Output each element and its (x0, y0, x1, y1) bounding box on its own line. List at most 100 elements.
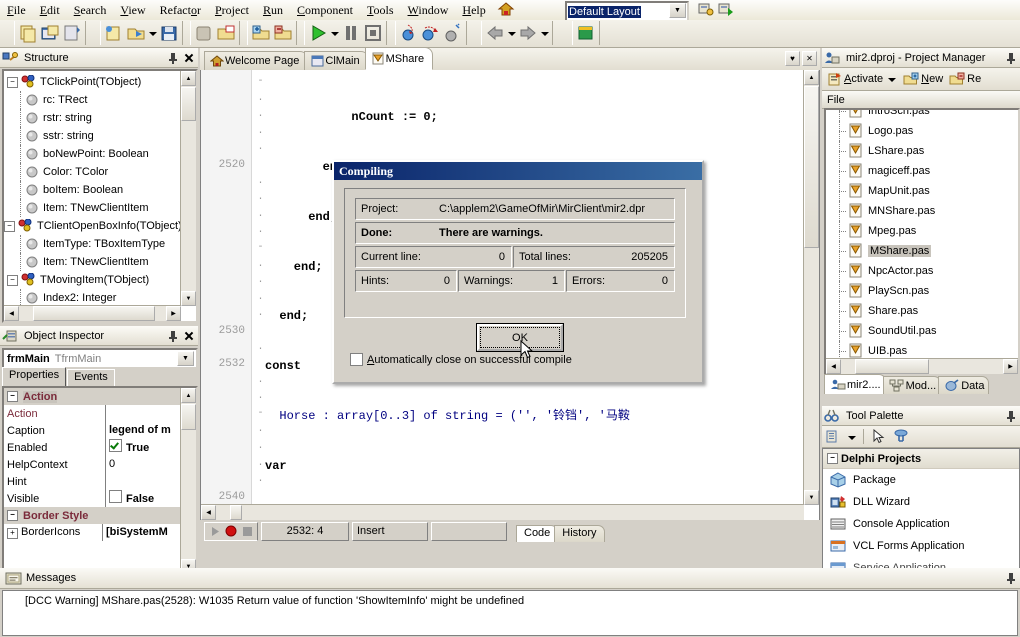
property-value[interactable] (105, 473, 180, 490)
scroll-thumb[interactable] (33, 306, 155, 321)
property-row[interactable]: Enabled True (4, 439, 180, 456)
program-reset-icon[interactable] (362, 22, 384, 44)
scroll-thumb[interactable] (181, 404, 196, 430)
palette-item-package[interactable]: Package (823, 469, 1019, 491)
palette-category-delphi-projects[interactable]: − Delphi Projects (823, 449, 1019, 469)
property-value[interactable] (105, 405, 180, 422)
open-project-icon[interactable] (215, 22, 237, 44)
tab-data[interactable]: Data (938, 376, 990, 394)
expander-icon[interactable]: − (7, 391, 18, 402)
scroll-thumb[interactable] (804, 86, 819, 248)
fold-mark[interactable]: . (256, 176, 265, 193)
help-icon[interactable] (575, 22, 597, 44)
fold-mark[interactable]: . (256, 391, 265, 408)
object-selector-combo[interactable]: frmMain TfrmMain ▼ (2, 348, 198, 369)
palette-options-icon[interactable] (822, 429, 844, 444)
tab-properties[interactable]: Properties (2, 367, 67, 386)
tree-node[interactable]: Item: TNewClientItem (4, 253, 180, 271)
scroll-down-button[interactable]: ▼ (181, 291, 196, 306)
menu-item-window[interactable]: Window (401, 1, 456, 20)
fold-mark[interactable]: . (256, 292, 265, 309)
tree-node[interactable]: boNewPoint: Boolean (4, 145, 180, 163)
palette-item-console-application[interactable]: Console Application (823, 513, 1019, 535)
property-row[interactable]: HelpContext 0 (4, 456, 180, 473)
trace-into-icon[interactable] (398, 22, 420, 44)
fold-mark[interactable]: . (256, 259, 265, 276)
expander-icon[interactable]: − (4, 220, 15, 232)
fold-mark[interactable]: . (256, 109, 265, 126)
editor-tab-clmain[interactable]: ClMain (304, 51, 369, 70)
forward-icon[interactable] (517, 22, 539, 44)
property-grid-vscrollbar[interactable]: ▲ ▼ (180, 388, 196, 574)
auto-close-checkbox-row[interactable]: Automatically close on successful compil… (350, 353, 572, 366)
step-over-icon[interactable] (420, 22, 442, 44)
auto-close-checkbox[interactable] (350, 353, 363, 366)
fold-mark[interactable]: . (256, 192, 265, 209)
scroll-down-button[interactable]: ▼ (804, 490, 819, 505)
menu-item-refactor[interactable]: Refactor (153, 1, 208, 20)
property-category[interactable]: − Border Style (4, 507, 180, 524)
layout-combo[interactable]: Default Layout ▼ (565, 1, 689, 22)
scroll-thumb[interactable] (181, 87, 196, 121)
checkbox-icon[interactable] (109, 439, 122, 452)
expander-icon[interactable]: − (7, 510, 18, 521)
expander-icon[interactable]: − (7, 76, 18, 88)
property-row[interactable]: + BorderIcons [biSystemM (4, 524, 180, 541)
expander-icon[interactable]: + (7, 528, 18, 539)
project-file-row[interactable]: MapUnit.pas (826, 181, 1018, 201)
scroll-right-button[interactable]: ▶ (1003, 359, 1018, 374)
structure-vscrollbar[interactable]: ▲ ▼ (180, 71, 196, 306)
pointer-icon[interactable] (867, 429, 889, 444)
new-button[interactable]: New (899, 69, 945, 89)
fold-mark[interactable]: . (256, 93, 265, 110)
save-layout-icon[interactable] (698, 2, 714, 17)
menu-item-project[interactable]: Project (208, 1, 256, 20)
property-row[interactable]: Caption legend of m (4, 422, 180, 439)
project-file-row[interactable]: NpcActor.pas (826, 261, 1018, 281)
pin-icon[interactable] (166, 329, 180, 343)
project-file-row[interactable]: SoundUtil.pas (826, 321, 1018, 341)
new-form-icon[interactable] (17, 22, 39, 44)
fold-mark[interactable]: . (256, 142, 265, 159)
editor-vscrollbar[interactable]: ▲ ▼ (803, 70, 819, 505)
structure-hscrollbar[interactable]: ◀ ▶ (4, 305, 181, 321)
message-line[interactable]: [DCC Warning] MShare.pas(2528): W1035 Re… (3, 591, 1017, 607)
tree-node[interactable]: Item: TNewClientItem (4, 199, 180, 217)
fold-mark[interactable]: . (256, 275, 265, 292)
fold-mark[interactable]: . (256, 209, 265, 226)
tree-node[interactable]: − TMovingItem(TObject) (4, 271, 180, 289)
fold-mark[interactable]: . (256, 308, 265, 325)
property-value[interactable]: True (105, 439, 180, 456)
back-dropdown-icon[interactable] (506, 22, 517, 44)
scroll-left-button[interactable]: ◀ (201, 505, 216, 520)
view-tab-code[interactable]: Code (516, 524, 559, 542)
tree-node[interactable]: − TClickPoint(TObject) (4, 73, 180, 91)
chevron-down-icon[interactable]: ▼ (669, 3, 686, 18)
project-file-row[interactable]: Mpeg.pas (826, 221, 1018, 241)
scroll-up-button[interactable]: ▲ (804, 70, 819, 85)
pin-icon[interactable] (1004, 571, 1018, 585)
expander-icon[interactable]: − (827, 453, 838, 464)
menu-item-run[interactable]: Run (256, 1, 290, 20)
fold-mark[interactable] (256, 358, 265, 375)
menu-item-file[interactable]: File (0, 1, 33, 20)
add-to-project-icon[interactable] (250, 22, 272, 44)
tab-project[interactable]: mir2.... (824, 374, 886, 394)
filter-icon[interactable] (889, 429, 913, 444)
property-value[interactable]: [biSystemM (102, 524, 180, 541)
scroll-thumb[interactable] (230, 505, 242, 520)
property-value[interactable]: legend of m (105, 422, 180, 439)
project-file-row[interactable]: IntroScn.pas (826, 110, 1018, 121)
scroll-up-button[interactable]: ▲ (181, 388, 196, 403)
project-file-row[interactable]: PlayScn.pas (826, 281, 1018, 301)
activate-button[interactable]: Activate (822, 69, 885, 89)
fold-mark[interactable]: - (256, 408, 265, 425)
tree-node[interactable]: rc: TRect (4, 91, 180, 109)
toggle-form-unit-icon[interactable] (61, 22, 83, 44)
project-file-row[interactable]: MNShare.pas (826, 201, 1018, 221)
tab-model[interactable]: Mod... (882, 376, 942, 394)
open-icon[interactable] (125, 22, 147, 44)
editor-hscrollbar[interactable]: ◀ (201, 504, 804, 520)
scroll-thumb[interactable] (855, 359, 929, 374)
pin-icon[interactable] (166, 51, 180, 65)
